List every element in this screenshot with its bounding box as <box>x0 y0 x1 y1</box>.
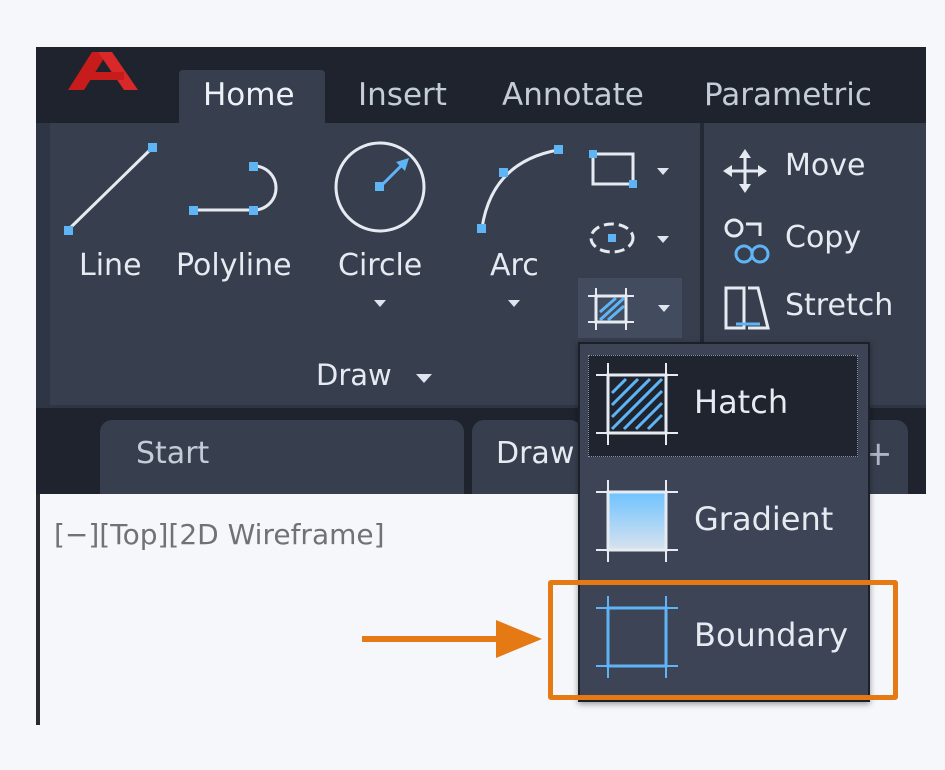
hatch-menu-item[interactable]: Hatch <box>580 345 864 459</box>
move-icon <box>723 149 767 193</box>
hatch-small-icon <box>588 288 634 330</box>
copy-icon <box>724 218 770 264</box>
arc-dropdown-caret[interactable] <box>508 300 520 307</box>
gradient-menu-label: Gradient <box>694 500 834 538</box>
polyline-button[interactable]: Polyline <box>172 150 307 300</box>
hatch-menu-label: Hatch <box>694 383 789 421</box>
line-icon <box>64 143 157 235</box>
drawing-tab-label: Draw <box>496 436 575 471</box>
draw-panel-title[interactable]: Draw <box>316 358 446 398</box>
draw-panel-label: Draw <box>316 358 392 392</box>
move-button[interactable]: Move <box>720 146 920 194</box>
stretch-icon <box>724 286 770 330</box>
hatch-dropdown-caret[interactable] <box>658 305 670 312</box>
rectangle-dropdown-caret[interactable] <box>657 168 669 175</box>
gradient-menu-item[interactable]: Gradient <box>580 462 864 576</box>
arc-icon <box>477 145 563 233</box>
arc-label: Arc <box>490 248 539 283</box>
copy-label: Copy <box>785 220 862 255</box>
circle-dropdown-caret[interactable] <box>374 300 386 307</box>
tab-parametric[interactable]: Parametric <box>704 70 872 124</box>
polyline-label: Polyline <box>176 248 292 283</box>
gradient-icon <box>596 480 678 562</box>
autocad-logo <box>68 52 138 90</box>
arc-button[interactable]: Arc <box>470 140 570 318</box>
tab-insert[interactable]: Insert <box>358 70 447 124</box>
tab-parametric-label: Parametric <box>704 77 872 113</box>
hatch-split-button[interactable] <box>578 278 682 338</box>
rectangle-button[interactable] <box>585 148 675 193</box>
circle-icon <box>334 141 426 233</box>
canvas-left-border <box>36 494 40 725</box>
circle-label: Circle <box>338 248 423 283</box>
stretch-label: Stretch <box>785 288 894 323</box>
move-label: Move <box>785 148 866 183</box>
ellipse-icon <box>589 222 635 254</box>
boundary-highlight-box <box>548 580 898 700</box>
ellipse-button[interactable] <box>585 216 675 261</box>
stretch-button[interactable]: Stretch <box>720 284 920 338</box>
rectangle-icon <box>589 150 637 188</box>
copy-button[interactable]: Copy <box>720 214 920 266</box>
line-label: Line <box>79 248 142 283</box>
tab-annotate-label: Annotate <box>502 77 644 113</box>
tab-insert-label: Insert <box>358 77 447 113</box>
viewport-controls[interactable]: [−][Top][2D Wireframe] <box>54 518 385 551</box>
callout-arrow-icon <box>362 620 542 658</box>
ellipse-dropdown-caret[interactable] <box>657 236 669 243</box>
tab-home-label: Home <box>203 77 295 113</box>
tab-annotate[interactable]: Annotate <box>502 70 644 124</box>
draw-panel-caret <box>416 374 432 383</box>
start-tab[interactable]: Start <box>100 420 464 494</box>
circle-button[interactable]: Circle <box>330 138 435 318</box>
start-tab-label: Start <box>136 436 210 471</box>
line-button[interactable]: Line <box>60 138 165 293</box>
hatch-icon <box>596 363 678 445</box>
polyline-icon <box>189 162 278 215</box>
drawing-tab[interactable]: Draw <box>472 420 582 494</box>
tab-home[interactable]: Home <box>179 70 325 124</box>
